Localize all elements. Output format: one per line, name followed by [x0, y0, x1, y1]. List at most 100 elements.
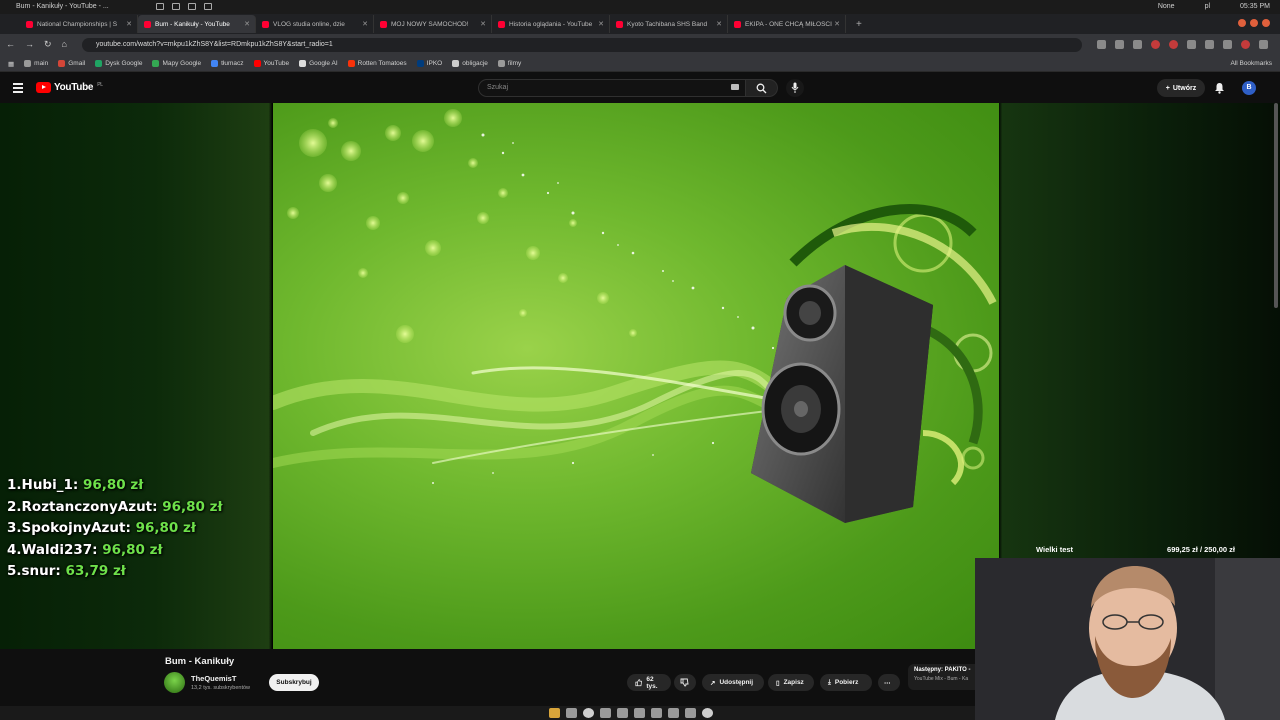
close-icon[interactable]: ✕ [480, 20, 486, 28]
os-top-bar: Bum - Kanikuły - YouTube - ... None pl 0… [0, 0, 1280, 14]
all-bookmarks[interactable]: All Bookmarks [1230, 60, 1272, 67]
bookmark[interactable]: IPKO [416, 60, 442, 67]
extension-icon[interactable] [1151, 40, 1160, 49]
app-icon[interactable] [583, 708, 594, 718]
profile-icon[interactable] [1241, 40, 1250, 49]
star-icon[interactable] [1115, 40, 1124, 49]
browser-tab[interactable]: VLOG studia online, dzie ✕ [256, 15, 374, 33]
gmail-icon [58, 60, 66, 67]
video-frame-artwork [273, 109, 997, 523]
bookmark[interactable]: Google AI [299, 60, 338, 67]
bookmark[interactable]: YouTube [253, 60, 289, 67]
search-button[interactable] [746, 79, 778, 97]
app-icon[interactable] [651, 708, 662, 718]
youtube-logo[interactable]: YouTube PL [36, 82, 103, 93]
browser-tab[interactable]: MÓJ NOWY SAMOCHÓD! ✕ [374, 15, 492, 33]
bookmark[interactable]: Rotten Tomatoes [347, 60, 407, 67]
window-icon[interactable] [172, 3, 180, 10]
browser-tab[interactable]: Historia oglądania - YouTube ✕ [492, 15, 610, 33]
subscribe-button[interactable]: Subskrybuj [269, 674, 319, 691]
reload-icon[interactable]: ↻ [44, 39, 52, 50]
terminal-icon[interactable] [566, 708, 577, 718]
webcam-person-image [975, 558, 1280, 720]
apps-icon[interactable]: ▦ [8, 60, 14, 68]
status-item[interactable]: pl [1205, 3, 1210, 10]
close-icon[interactable]: ✕ [598, 20, 604, 28]
hamburger-menu-icon[interactable] [13, 83, 23, 93]
folder-icon[interactable] [549, 708, 560, 718]
video-player[interactable] [273, 103, 999, 649]
bookmark[interactable]: obligacje [452, 60, 488, 67]
goal-label: Wielki test [1036, 545, 1074, 554]
create-button[interactable]: + Utwórz [1157, 79, 1205, 97]
close-window-icon[interactable] [1262, 19, 1270, 27]
tomato-icon [347, 60, 355, 67]
channel-avatar[interactable] [164, 672, 185, 693]
page-icon [452, 60, 460, 67]
minimize-icon[interactable] [1238, 19, 1246, 27]
new-tab-icon[interactable]: + [856, 19, 862, 30]
menu-dots-icon[interactable] [1259, 40, 1268, 49]
search-input[interactable]: Szukaj [478, 79, 746, 97]
bookmark[interactable]: main [24, 60, 48, 67]
forward-icon[interactable]: → [25, 39, 34, 50]
app-icon[interactable] [685, 708, 696, 718]
next-video-title: Następny: PAKITO - [914, 667, 971, 673]
microphone-icon [791, 82, 799, 93]
search-icon [756, 83, 767, 94]
url-field[interactable]: youtube.com/watch?v=mkpu1kZhS8Y&list=RDm… [82, 38, 1082, 52]
plus-icon: + [1165, 84, 1170, 92]
status-item[interactable]: None [1158, 3, 1175, 10]
back-icon[interactable]: ← [6, 39, 15, 50]
youtube-favicon-icon [616, 20, 623, 28]
next-video-card[interactable]: Następny: PAKITO - YouTube Mix - Bum - K… [908, 664, 975, 690]
window-icon[interactable] [156, 3, 164, 10]
save-button[interactable]: ▯ Zapisz [768, 674, 814, 691]
bookmark[interactable]: Gmail [58, 60, 85, 67]
extension-icon[interactable] [1223, 40, 1232, 49]
bookmark[interactable]: Dysk Google [95, 60, 142, 67]
steam-icon[interactable] [634, 708, 645, 718]
close-icon[interactable]: ✕ [244, 20, 250, 28]
window-buttons [1238, 19, 1270, 27]
app-icon[interactable] [702, 708, 713, 718]
browser-tab-active[interactable]: Bum - Kanikuły - YouTube ✕ [138, 15, 256, 33]
bookmark[interactable]: filmy [497, 60, 521, 67]
maximize-icon[interactable] [1250, 19, 1258, 27]
browser-tab[interactable]: Kyoto Tachibana SHS Band ✕ [610, 15, 728, 33]
close-icon[interactable]: ✕ [834, 20, 840, 28]
window-icon[interactable] [188, 3, 196, 10]
sidepanel-icon[interactable] [1205, 40, 1214, 49]
bookmark[interactable]: tłumacz [211, 60, 244, 67]
extension-icon[interactable] [1169, 40, 1178, 49]
channel-name[interactable]: TheQuemisT [191, 674, 236, 683]
like-button[interactable]: 62 tys. [627, 674, 671, 691]
window-icon[interactable] [204, 3, 212, 10]
close-icon[interactable]: ✕ [362, 20, 368, 28]
notifications-bell-icon[interactable] [1214, 82, 1225, 94]
browser-tab[interactable]: National Championships | S ✕ [20, 15, 138, 33]
voice-search-button[interactable] [786, 79, 804, 97]
google-ai-icon [299, 60, 307, 67]
page-scrollbar[interactable] [1274, 103, 1278, 308]
more-actions-button[interactable]: ⋯ [878, 674, 900, 691]
download-button[interactable]: ⤓ Pobierz [820, 674, 872, 691]
light-waves [273, 360, 800, 468]
home-icon[interactable]: ⌂ [62, 39, 67, 50]
discord-icon[interactable] [617, 708, 628, 718]
bookmark[interactable]: Mapy Google [152, 60, 201, 67]
app-icon[interactable] [668, 708, 679, 718]
account-avatar[interactable]: B [1242, 81, 1256, 95]
app-icon[interactable] [600, 708, 611, 718]
puzzle-icon[interactable] [1187, 40, 1196, 49]
extension-icon[interactable] [1097, 40, 1106, 49]
keyboard-icon[interactable] [731, 84, 739, 90]
browser-tab[interactable]: EKIPA - ONE CHCĄ MIŁOŚCI ✕ [728, 15, 846, 33]
bookmarks-bar: ▦ main Gmail Dysk Google Mapy Google tłu… [0, 56, 1280, 72]
close-icon[interactable]: ✕ [126, 20, 132, 28]
share-button[interactable]: ↗ Udostępnij [702, 674, 764, 691]
extension-icon[interactable] [1133, 40, 1142, 49]
dislike-button[interactable] [674, 674, 696, 691]
close-icon[interactable]: ✕ [716, 20, 722, 28]
leaderboard-row: 2.RoztanczonyAzut: 96,80 zł [7, 498, 223, 515]
